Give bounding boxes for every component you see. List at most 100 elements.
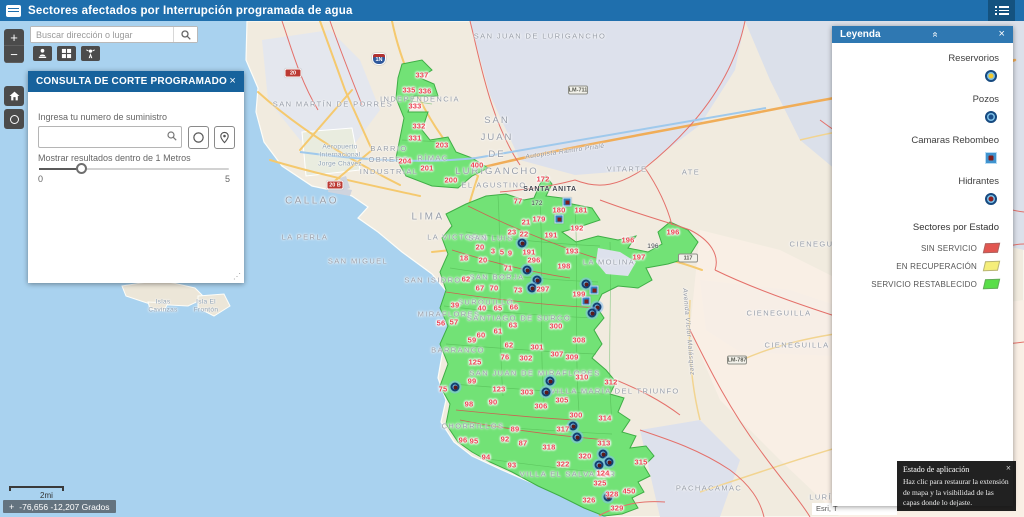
consulta-panel: CONSULTA DE CORTE PROGRAMADO Ingresa tu … (28, 71, 244, 283)
panel-resize-handle[interactable] (233, 272, 241, 281)
toast-body: Haz clic para restaurar la extensión de … (903, 477, 1010, 509)
facility-marker[interactable] (604, 493, 613, 502)
crosshair-icon (9, 502, 14, 512)
legend-item-icon (985, 111, 997, 123)
legend-item: Reservorios (846, 53, 999, 87)
select-circle-button[interactable] (188, 126, 209, 149)
person-pedestal-icon (37, 48, 48, 59)
state-label: SIN SERVICIO (921, 244, 977, 253)
airport-area (302, 128, 360, 176)
legend-item: Pozos (846, 94, 999, 128)
facility-marker[interactable] (523, 266, 532, 275)
facility-marker[interactable] (595, 461, 604, 470)
facility-marker[interactable] (518, 239, 527, 248)
state-label: EN RECUPERACIÓN (896, 262, 977, 271)
facility-marker[interactable] (573, 433, 582, 442)
coordinates-value: -76,656 -12,207 Grados (19, 502, 109, 512)
facility-marker[interactable] (542, 388, 551, 397)
scale-bar (9, 486, 64, 491)
search-input[interactable] (31, 27, 173, 42)
supply-number-label: Ingresa tu numero de suministro (38, 112, 167, 122)
legend-item-label: Camaras Rebombeo (846, 135, 999, 146)
search-button[interactable] (173, 27, 197, 42)
facility-marker[interactable] (590, 286, 599, 295)
search-icon (181, 30, 191, 40)
legend-item-icon (985, 193, 997, 205)
toast-close-button[interactable] (1006, 463, 1011, 473)
slider-fill (39, 168, 81, 170)
facility-marker[interactable] (605, 458, 614, 467)
legend-body: Reservorios Pozos Camaras Rebombeo Hidra… (832, 43, 1013, 289)
scale-label: 2mi (40, 491, 53, 500)
legend-item-label: Reservorios (846, 53, 999, 64)
facility-marker[interactable] (528, 284, 537, 293)
circle-select-icon (192, 131, 205, 144)
legend-panel: Leyenda Reservorios Pozos Camaras Rebomb… (832, 26, 1013, 506)
facility-marker[interactable] (582, 280, 591, 289)
person-rays-icon (85, 48, 96, 59)
slider-handle[interactable] (76, 163, 87, 174)
state-row: EN RECUPERACIÓN (846, 261, 999, 271)
facility-marker[interactable] (588, 309, 597, 318)
legend-item: Camaras Rebombeo (846, 135, 999, 169)
supply-number-field (38, 126, 182, 148)
state-color-swatch (983, 279, 1000, 290)
locate-button[interactable] (4, 109, 24, 129)
home-icon (9, 91, 20, 101)
consulta-panel-header: CONSULTA DE CORTE PROGRAMADO (28, 71, 244, 92)
basemap-gallery-button[interactable] (57, 46, 76, 61)
slider-max-label: 5 (225, 174, 230, 184)
legend-collapse-button[interactable] (929, 32, 940, 38)
states-title: Sectores por Estado (846, 222, 999, 233)
zoom-out-button[interactable]: − (4, 46, 24, 63)
consulta-panel-title: CONSULTA DE CORTE PROGRAMADO (36, 76, 227, 87)
supply-number-input[interactable] (39, 132, 163, 143)
widget-toolbar (33, 46, 100, 61)
state-label: SERVICIO RESTABLECIDO (871, 280, 977, 289)
state-color-swatch (983, 243, 1000, 254)
zoom-controls: + − (4, 29, 24, 63)
legend-states: SIN SERVICIO EN RECUPERACIÓN SERVICIO RE… (846, 243, 999, 289)
app-title: Sectores afectados por Interrupción prog… (28, 5, 353, 17)
legend-title: Leyenda (840, 29, 881, 40)
legend-item-label: Pozos (846, 94, 999, 105)
app-header: Sectores afectados por Interrupción prog… (0, 0, 1024, 21)
state-row: SERVICIO RESTABLECIDO (846, 279, 999, 289)
menu-list-button[interactable] (988, 0, 1015, 21)
streetview-widget-button[interactable] (81, 46, 100, 61)
app-state-toast[interactable]: Estado de aplicación Haz clic para resta… (897, 461, 1016, 511)
facility-marker[interactable] (582, 297, 591, 306)
facility-marker[interactable] (555, 215, 564, 224)
legend-item-icon (985, 152, 997, 164)
consulta-close-button[interactable] (229, 76, 236, 87)
search-icon (167, 131, 177, 141)
state-color-swatch (983, 261, 1000, 272)
facility-marker[interactable] (546, 377, 555, 386)
supply-search-button[interactable] (163, 131, 181, 143)
consulta-widget-button[interactable] (33, 46, 52, 61)
grid-icon (61, 48, 72, 59)
app-window: SAN JUAN DE LURIGANCHOSAN MARTÍN DE PORR… (0, 0, 1024, 517)
distance-slider[interactable] (39, 168, 229, 170)
home-button[interactable] (4, 86, 24, 106)
coordinates-badge: -76,656 -12,207 Grados (3, 500, 116, 513)
locate-icon (10, 115, 19, 124)
legend-item: Hidrantes (846, 176, 999, 210)
map-pin-icon (218, 131, 231, 144)
legend-item-icon (985, 70, 997, 82)
facility-marker[interactable] (569, 422, 578, 431)
legend-header: Leyenda (832, 26, 1013, 43)
legend-items: Reservorios Pozos Camaras Rebombeo Hidra… (846, 53, 999, 210)
pin-location-button[interactable] (214, 126, 235, 149)
state-row: SIN SERVICIO (846, 243, 999, 253)
slider-min-label: 0 (38, 174, 43, 184)
legend-close-button[interactable] (999, 29, 1005, 40)
facility-marker[interactable] (563, 198, 572, 207)
facility-marker[interactable] (451, 383, 460, 392)
zoom-in-button[interactable]: + (4, 29, 24, 46)
sedapal-logo (6, 5, 21, 17)
menu-list-icon (999, 6, 1009, 8)
legend-item-label: Hidrantes (846, 176, 999, 187)
toast-title: Estado de aplicación (903, 465, 1010, 474)
slider-label: Mostrar resultados dentro de 1 Metros (38, 153, 191, 163)
